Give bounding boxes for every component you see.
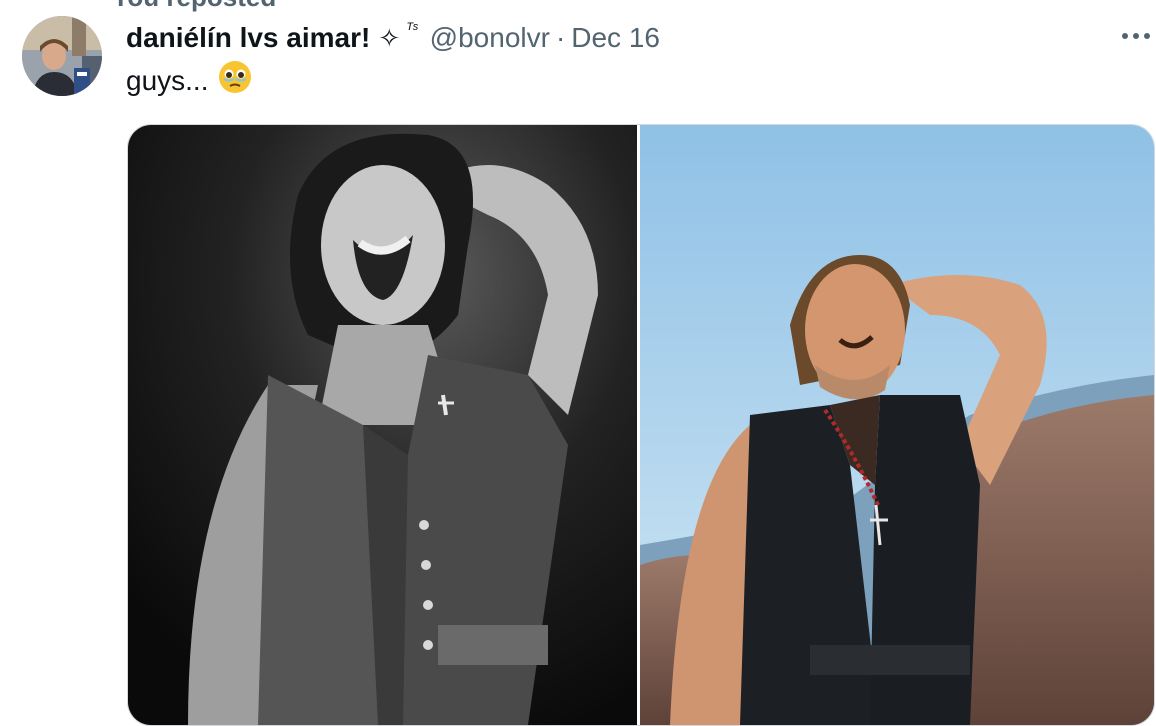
sparkle-icon: ✧ <box>378 22 401 53</box>
name-superscript: ᵀˢ <box>406 21 418 38</box>
display-name[interactable]: daniélín lvs aimar! <box>126 22 370 54</box>
social-context[interactable]: You reposted <box>78 0 276 12</box>
tweet-header: daniélín lvs aimar! ✧ ᵀˢ @bonolvr · Dec … <box>126 18 660 58</box>
media-grid <box>127 124 1155 726</box>
face-holding-back-tears-icon <box>218 60 252 101</box>
more-horizontal-icon <box>1122 33 1150 39</box>
tweet-date[interactable]: Dec 16 <box>571 22 660 54</box>
repost-icon <box>78 0 104 13</box>
user-handle[interactable]: @bonolvr <box>430 22 550 54</box>
photo-black-and-white[interactable] <box>128 125 637 725</box>
photo-color[interactable] <box>640 125 1154 725</box>
avatar[interactable] <box>22 16 102 96</box>
social-context-label: You reposted <box>112 0 276 13</box>
more-button[interactable] <box>1114 22 1156 50</box>
separator-dot: · <box>555 22 566 53</box>
tweet-text-content: guys... <box>126 64 209 96</box>
tweet-text: guys... <box>126 60 252 101</box>
